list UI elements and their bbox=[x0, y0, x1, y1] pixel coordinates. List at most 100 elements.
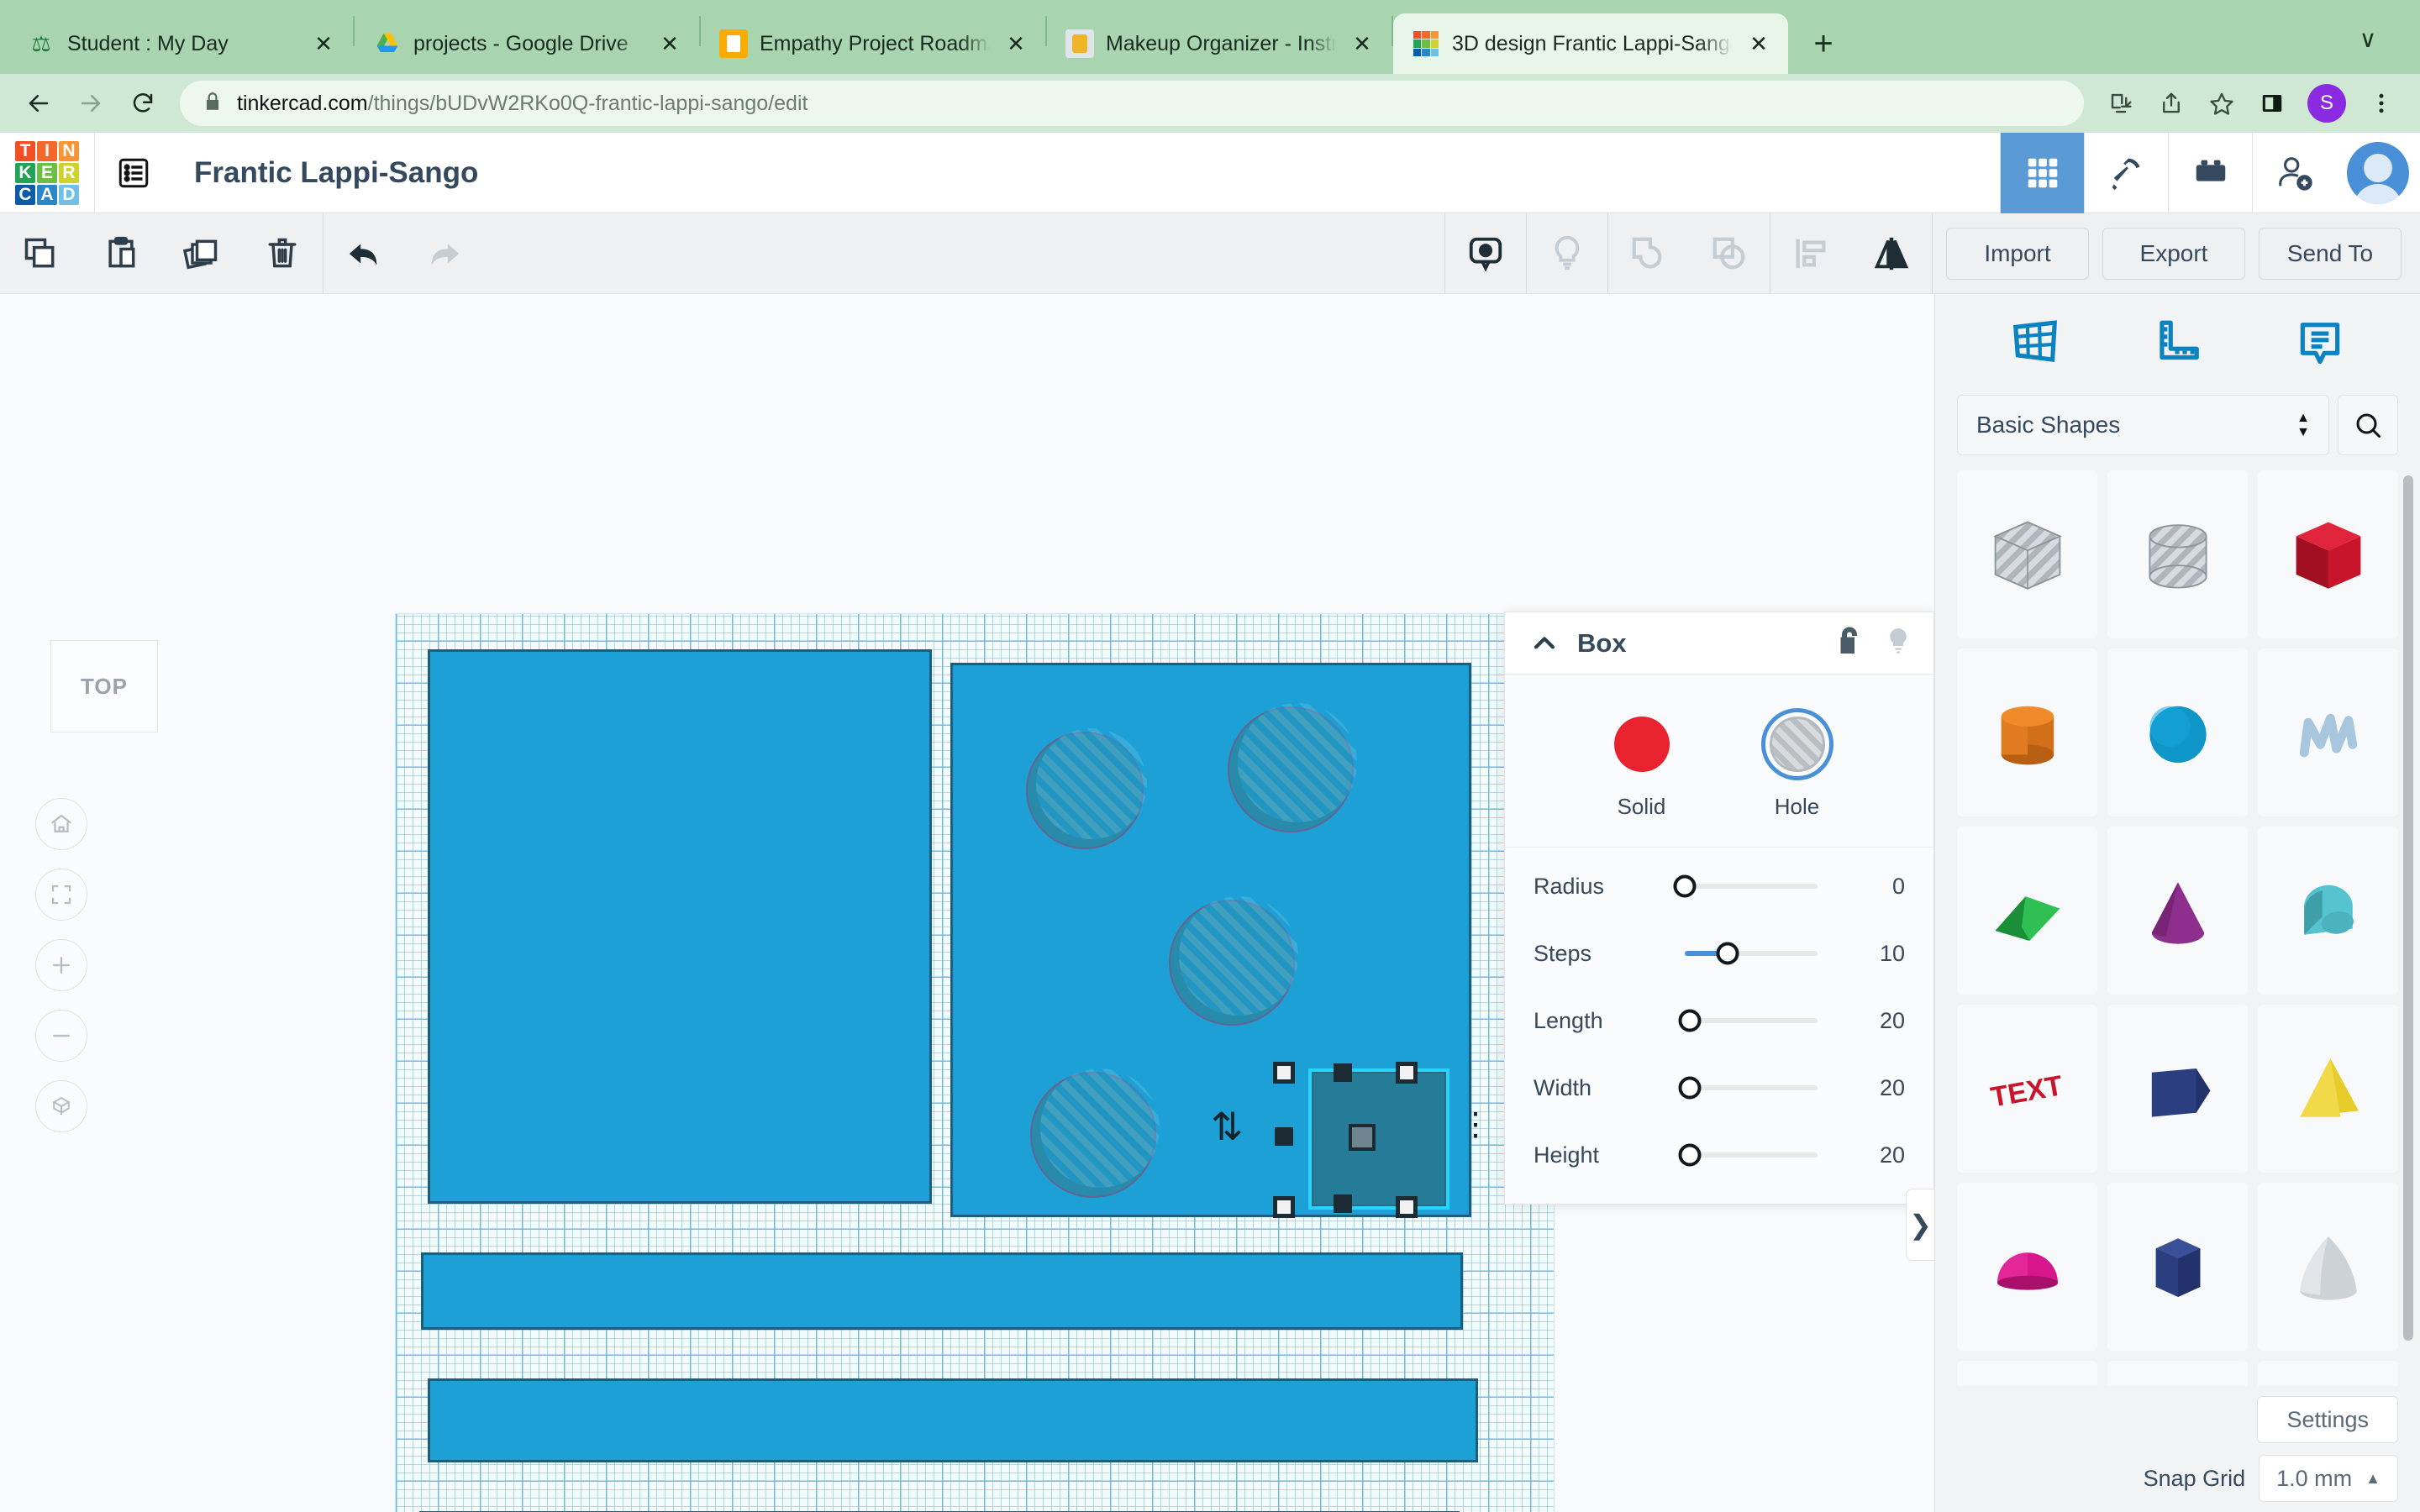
shape-cone-purple[interactable] bbox=[2107, 827, 2248, 995]
shape-box-red[interactable] bbox=[2258, 470, 2398, 638]
mirror-icon[interactable] bbox=[1851, 213, 1932, 294]
shape-cylinder-hole[interactable] bbox=[2107, 470, 2248, 638]
profile-avatar[interactable]: S bbox=[2307, 84, 2346, 123]
ortho-perspective-icon[interactable] bbox=[35, 1080, 87, 1132]
shape-roof-green[interactable] bbox=[1957, 827, 2097, 995]
browser-tab-0[interactable]: ⚖ Student : My Day ✕ bbox=[8, 13, 353, 74]
settings-button[interactable]: Settings bbox=[2257, 1396, 2398, 1443]
paste-icon[interactable] bbox=[81, 213, 161, 294]
length-slider[interactable] bbox=[1678, 1009, 1818, 1032]
duplicate-icon[interactable] bbox=[161, 213, 242, 294]
shape-paraboloid-grey[interactable] bbox=[2258, 1183, 2398, 1351]
tab-close-button[interactable]: ✕ bbox=[655, 29, 684, 58]
scale-handle-bottom-right[interactable] bbox=[1396, 1196, 1418, 1218]
rotate-handle-left[interactable]: ⇅ bbox=[1211, 1104, 1244, 1149]
length-value[interactable]: 20 bbox=[1834, 1008, 1905, 1034]
workplane-grid[interactable]: ⇅ ⋮ Workplane bbox=[395, 613, 1555, 1512]
reload-icon[interactable] bbox=[119, 80, 166, 127]
lego-brick-icon[interactable] bbox=[2168, 132, 2252, 213]
shape-tube-orange[interactable] bbox=[2107, 1361, 2248, 1386]
radius-slider[interactable] bbox=[1673, 874, 1818, 898]
undo-icon[interactable] bbox=[324, 213, 404, 294]
height-handle[interactable] bbox=[1349, 1124, 1376, 1151]
selected-box-hole[interactable] bbox=[1312, 1072, 1446, 1206]
shape-half-sphere-pink[interactable] bbox=[1957, 1183, 2097, 1351]
light-bulb-icon[interactable] bbox=[1883, 626, 1913, 660]
copy-icon[interactable] bbox=[0, 213, 81, 294]
address-bar[interactable]: tinkercad.com/things/bUDvW2RKo0Q-frantic… bbox=[180, 81, 2084, 126]
scale-handle-top-right[interactable] bbox=[1396, 1062, 1418, 1084]
tab-close-button[interactable]: ✕ bbox=[1002, 29, 1030, 58]
strip-1[interactable] bbox=[421, 1252, 1463, 1330]
steps-value[interactable]: 10 bbox=[1834, 941, 1905, 967]
collapse-panel-button[interactable]: ❯ bbox=[1906, 1189, 1934, 1261]
scale-handle-top-left[interactable] bbox=[1273, 1062, 1295, 1084]
3d-viewport[interactable]: TOP ⇅ ⋮ Box Solid Hole Radius 0 Steps 10… bbox=[0, 294, 1934, 1512]
tinkercad-logo-icon[interactable]: T I N K E R C A D bbox=[15, 140, 79, 205]
zoom-in-icon[interactable] bbox=[35, 939, 87, 991]
scale-handle-bottom-left[interactable] bbox=[1273, 1196, 1295, 1218]
shape-text-red[interactable]: TEXT bbox=[1957, 1005, 2097, 1173]
shape-polygon-navy[interactable] bbox=[2107, 1005, 2248, 1173]
side-panel-icon[interactable] bbox=[2249, 80, 2296, 127]
shape-cylinder-orange[interactable] bbox=[1957, 648, 2097, 816]
shape-box-hole[interactable] bbox=[1957, 470, 2097, 638]
width-slider[interactable] bbox=[1678, 1076, 1818, 1100]
shape-category-select[interactable]: Basic Shapes ▲ ▼ bbox=[1957, 395, 2329, 455]
shape-library-grid[interactable]: TEXT bbox=[1935, 470, 2420, 1386]
blocks-grid-icon[interactable] bbox=[2000, 132, 2084, 213]
scale-handle-bottom-center[interactable] bbox=[1334, 1194, 1352, 1213]
height-slider[interactable] bbox=[1678, 1143, 1818, 1167]
shape-hex-prism-navy[interactable] bbox=[2107, 1183, 2248, 1351]
delete-icon[interactable] bbox=[242, 213, 323, 294]
home-view-icon[interactable] bbox=[35, 798, 87, 850]
send-to-button[interactable]: Send To bbox=[2259, 227, 2402, 280]
design-list-icon[interactable] bbox=[95, 133, 172, 213]
view-cube[interactable]: TOP bbox=[50, 640, 158, 732]
redo-icon[interactable] bbox=[404, 213, 485, 294]
tab-search-icon[interactable]: ∨ bbox=[2344, 15, 2391, 62]
user-avatar[interactable] bbox=[2336, 133, 2420, 213]
back-icon[interactable] bbox=[15, 80, 62, 127]
chrome-menu-icon[interactable] bbox=[2358, 80, 2405, 127]
ruler-icon[interactable] bbox=[2137, 307, 2217, 381]
note-icon[interactable] bbox=[1445, 213, 1526, 294]
height-value[interactable]: 20 bbox=[1834, 1142, 1905, 1168]
search-icon[interactable] bbox=[2338, 395, 2398, 455]
pickaxe-icon[interactable] bbox=[2084, 132, 2168, 213]
hole-circle-3[interactable] bbox=[1169, 896, 1298, 1026]
solid-mode-option[interactable]: Solid bbox=[1606, 708, 1678, 820]
panel-left-large[interactable] bbox=[428, 649, 932, 1204]
chevron-up-icon[interactable] bbox=[1525, 624, 1564, 663]
browser-tab-1[interactable]: projects - Google Drive ✕ bbox=[355, 13, 699, 74]
steps-slider[interactable] bbox=[1685, 942, 1818, 965]
fit-all-icon[interactable] bbox=[35, 869, 87, 921]
bookmark-star-icon[interactable] bbox=[2198, 80, 2245, 127]
shape-pyramid-yellow[interactable] bbox=[2258, 1005, 2398, 1173]
export-button[interactable]: Export bbox=[2102, 227, 2245, 280]
workplane-icon[interactable] bbox=[1995, 307, 2075, 381]
new-tab-button[interactable]: + bbox=[1800, 20, 1847, 67]
share-icon[interactable] bbox=[2148, 80, 2195, 127]
scale-handle-top-center[interactable] bbox=[1334, 1063, 1352, 1082]
hole-circle-4[interactable] bbox=[1030, 1068, 1160, 1198]
browser-tab-2[interactable]: Empathy Project Roadmap - Go ✕ bbox=[701, 13, 1045, 74]
shape-scribble[interactable] bbox=[2258, 648, 2398, 816]
import-button[interactable]: Import bbox=[1946, 227, 2089, 280]
tab-close-button[interactable]: ✕ bbox=[1744, 29, 1773, 58]
shapes-scrollbar[interactable] bbox=[2403, 475, 2413, 1341]
install-icon[interactable] bbox=[2097, 80, 2144, 127]
add-person-icon[interactable] bbox=[2252, 132, 2336, 213]
hole-mode-option[interactable]: Hole bbox=[1760, 708, 1833, 820]
browser-tab-3[interactable]: Makeup Organizer - Instructab ✕ bbox=[1047, 13, 1392, 74]
light-bulb-icon[interactable] bbox=[1527, 213, 1607, 294]
strip-2[interactable] bbox=[428, 1378, 1478, 1462]
ungroup-icon[interactable] bbox=[1689, 213, 1770, 294]
tab-close-button[interactable]: ✕ bbox=[1348, 29, 1376, 58]
shape-half-cylinder[interactable] bbox=[2258, 827, 2398, 995]
group-icon[interactable] bbox=[1608, 213, 1689, 294]
hole-circle-2[interactable] bbox=[1228, 703, 1357, 832]
rotate-handle-right[interactable]: ⋮ bbox=[1460, 1105, 1491, 1143]
shape-sphere-blue[interactable] bbox=[2107, 648, 2248, 816]
shape-torus-blue[interactable] bbox=[1957, 1361, 2097, 1386]
